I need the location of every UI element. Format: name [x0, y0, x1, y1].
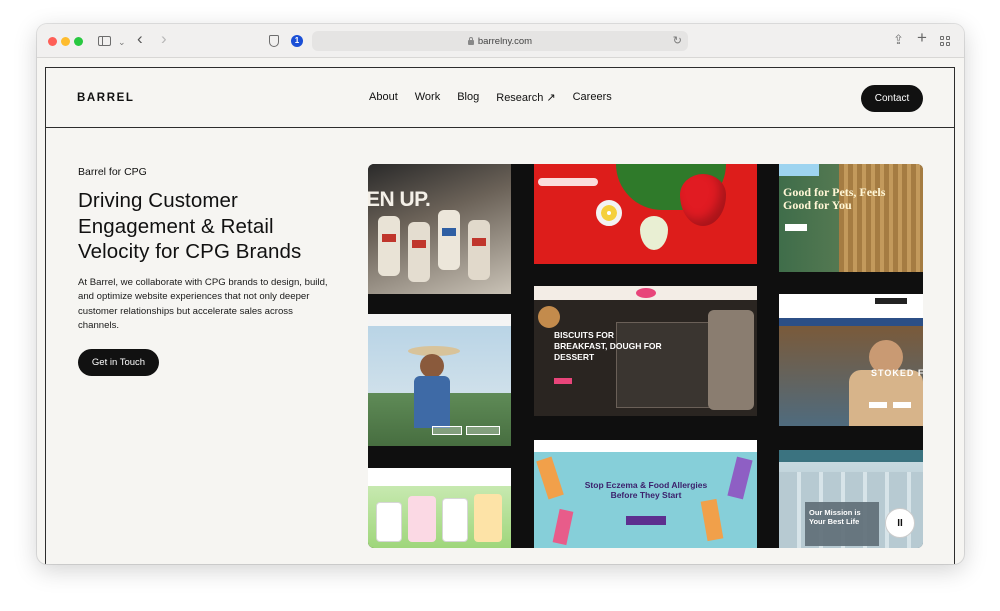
browser-window: ⌄ ‹ › 1 barrelny.com ↻ ⇪ + BARREL About …	[37, 24, 964, 564]
site-header: BARREL About Work Blog Research ↗ Career…	[46, 68, 954, 128]
browser-toolbar: ⌄ ‹ › 1 barrelny.com ↻ ⇪ +	[37, 24, 964, 58]
share-icon[interactable]: ⇪	[893, 31, 904, 49]
nav-about[interactable]: About	[369, 91, 398, 104]
minimize-window-button[interactable]	[61, 37, 70, 46]
tab-grid-icon[interactable]	[940, 36, 951, 47]
forward-icon[interactable]: ›	[161, 30, 167, 48]
tile-caption-pets: Good for Pets, Feels Good for You	[783, 185, 886, 212]
gallery-tile-farmer	[368, 314, 511, 446]
barrel-logo[interactable]: BARREL	[77, 92, 135, 104]
url-text: barrelny.com	[477, 35, 533, 47]
gallery-tile-once-farm	[368, 468, 511, 548]
gallery-tile-patagonia: STOKED FOR WIN	[779, 294, 923, 426]
main-nav: About Work Blog Research ↗ Careers	[369, 91, 612, 104]
get-in-touch-button[interactable]: Get in Touch	[78, 349, 159, 376]
gallery-tile-mission: Our Mission is Your Best Life II	[779, 450, 923, 548]
hero-headline: Driving Customer Engagement & Retail Vel…	[78, 189, 302, 263]
tile-caption-mission: Our Mission is Your Best Life	[809, 508, 861, 526]
nav-careers[interactable]: Careers	[573, 91, 612, 104]
url-bar[interactable]: barrelny.com ↻	[312, 31, 688, 51]
plus-icon[interactable]: +	[917, 29, 927, 47]
nav-work[interactable]: Work	[415, 91, 440, 104]
tile-caption-biscuits: BISCUITS FOR BREAKFAST, DOUGH FOR DESSER…	[554, 330, 662, 362]
tile-caption-patagonia: STOKED FOR WIN	[871, 368, 923, 378]
gallery-tile-eczema: Stop Eczema & Food Allergies Before They…	[534, 440, 757, 548]
extension-badge[interactable]: 1	[291, 35, 303, 47]
pause-button[interactable]: II	[885, 508, 915, 538]
gallery-tile-cans: EN UP.	[368, 164, 511, 294]
reload-icon[interactable]: ↻	[673, 34, 682, 47]
gallery-tile-biscuits: BISCUITS FOR BREAKFAST, DOUGH FOR DESSER…	[534, 286, 757, 416]
work-gallery: EN UP. BISCUITS FOR BREAKFAST, DOUGH FOR…	[368, 164, 923, 548]
maximize-window-button[interactable]	[74, 37, 83, 46]
lock-icon	[467, 36, 474, 45]
sidebar-icon[interactable]	[98, 36, 111, 46]
gallery-tile-strawberry	[534, 164, 757, 264]
back-icon[interactable]: ‹	[137, 30, 143, 48]
web-page: BARREL About Work Blog Research ↗ Career…	[45, 67, 955, 564]
gallery-tile-pets: Good for Pets, Feels Good for You	[779, 164, 923, 272]
nav-blog[interactable]: Blog	[457, 91, 479, 104]
nav-research[interactable]: Research ↗	[496, 91, 555, 104]
hero-section: Barrel for CPG Driving Customer Engageme…	[46, 129, 954, 564]
tile-caption-cans: EN UP.	[368, 188, 431, 211]
hero-body: At Barrel, we collaborate with CPG brand…	[78, 277, 328, 331]
shield-icon[interactable]	[269, 35, 279, 47]
chevron-down-icon[interactable]: ⌄	[118, 33, 126, 51]
tile-caption-eczema: Stop Eczema & Food Allergies Before They…	[584, 480, 708, 500]
hero-eyebrow: Barrel for CPG	[78, 166, 147, 178]
close-window-button[interactable]	[48, 37, 57, 46]
contact-button[interactable]: Contact	[861, 85, 923, 112]
